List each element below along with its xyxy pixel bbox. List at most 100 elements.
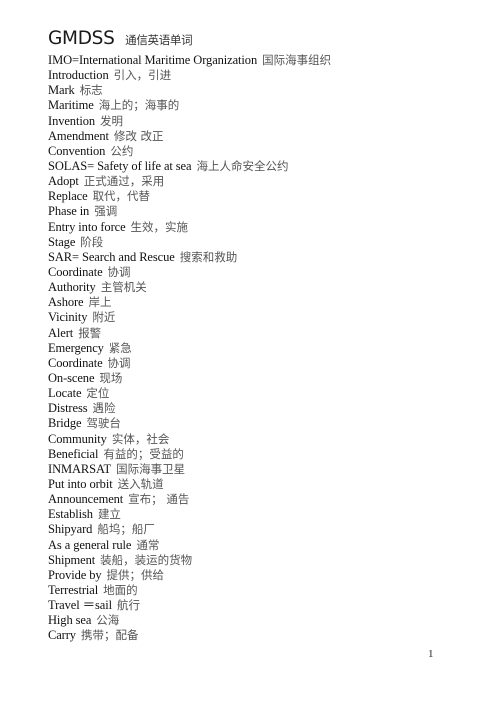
vocab-entry: Shipyard 船坞；船厂 bbox=[48, 522, 331, 537]
vocab-translation: 协调 bbox=[107, 355, 131, 370]
vocab-translation: 国际海事组织 bbox=[262, 53, 332, 67]
document-page: GMDSS 通信英语单词 IMO=International Maritime … bbox=[0, 0, 502, 708]
vocab-term: Coordinate bbox=[48, 355, 103, 370]
vocab-term: Carry bbox=[48, 628, 76, 643]
vocab-translation: 实体，社会 bbox=[111, 431, 170, 446]
vocab-term: Introduction bbox=[48, 68, 109, 83]
vocab-entry: Carry 携带；配备 bbox=[48, 628, 331, 643]
vocab-entry: Mark 标志 bbox=[48, 83, 331, 98]
vocab-term: Maritime bbox=[48, 98, 94, 113]
vocab-translation: 驾驶台 bbox=[86, 416, 121, 431]
vocab-term: Emergency bbox=[48, 340, 104, 355]
vocab-entry: Beneficial 有益的；受益的 bbox=[48, 447, 331, 462]
vocab-entry: Alert 报警 bbox=[48, 326, 331, 341]
vocab-term: IMO=International Maritime Organization bbox=[48, 53, 258, 67]
vocab-translation: 搜索和救助 bbox=[179, 249, 238, 264]
vocab-translation: 主管机关 bbox=[100, 280, 147, 295]
vocab-entry: SOLAS= Safety of life at sea 海上人命安全公约 bbox=[48, 159, 331, 174]
vocab-term: Establish bbox=[48, 507, 93, 522]
vocab-translation: 报警 bbox=[78, 325, 102, 340]
vocab-translation: 现场 bbox=[99, 370, 123, 385]
vocab-entry: Coordinate 协调 bbox=[48, 265, 331, 280]
vocab-entry: Distress 遇险 bbox=[48, 401, 331, 416]
vocab-term: Beneficial bbox=[48, 446, 99, 461]
vocab-entry: IMO=International Maritime Organization 国… bbox=[48, 53, 331, 68]
vocab-term: INMARSAT bbox=[48, 461, 112, 476]
vocab-term: Replace bbox=[48, 189, 88, 204]
title-chinese: 通信英语单词 bbox=[125, 33, 193, 47]
vocab-entry: Establish 建立 bbox=[48, 507, 331, 522]
vocab-translation: 提供；供给 bbox=[106, 567, 165, 582]
vocab-term: On-scene bbox=[48, 370, 95, 385]
vocab-term: High sea bbox=[48, 613, 92, 628]
vocab-entry: Emergency 紧急 bbox=[48, 341, 331, 356]
vocab-entry: Vicinity 附近 bbox=[48, 310, 331, 325]
vocab-entry: Invention 发明 bbox=[48, 114, 331, 129]
vocab-entry: Phase in 强调 bbox=[48, 204, 331, 219]
vocab-translation: 通常 bbox=[136, 537, 160, 552]
vocab-term: Convention bbox=[48, 143, 106, 158]
vocab-entry: Provide by 提供；供给 bbox=[48, 568, 331, 583]
vocab-entry: Replace 取代，代替 bbox=[48, 189, 331, 204]
vocab-translation: 发明 bbox=[100, 113, 124, 128]
vocab-entry: Community 实体，社会 bbox=[48, 432, 331, 447]
vocab-term: Ashore bbox=[48, 295, 84, 310]
vocab-term: Entry into force bbox=[48, 219, 126, 234]
vocab-term: Shipment bbox=[48, 552, 96, 567]
page-number: 1 bbox=[428, 648, 434, 660]
title-english: GMDSS bbox=[48, 28, 115, 49]
vocab-entry: Convention 公约 bbox=[48, 144, 331, 159]
vocab-translation: 遇险 bbox=[92, 401, 116, 416]
vocab-translation: 定位 bbox=[86, 386, 110, 401]
vocab-term: Alert bbox=[48, 325, 74, 340]
vocab-term: Coordinate bbox=[48, 264, 103, 279]
vocab-translation: 协调 bbox=[107, 264, 131, 279]
vocab-translation: 宣布； 通告 bbox=[128, 492, 190, 507]
vocab-translation: 建立 bbox=[97, 507, 121, 522]
vocab-translation: 海上人命安全公约 bbox=[196, 158, 289, 173]
vocab-entry: High sea 公海 bbox=[48, 613, 331, 628]
vocab-translation: 国际海事卫星 bbox=[116, 461, 186, 476]
vocab-term: Bridge bbox=[48, 416, 82, 431]
vocab-term: Locate bbox=[48, 386, 82, 401]
vocab-translation: 标志 bbox=[79, 83, 103, 98]
vocab-translation: 船坞；船厂 bbox=[97, 522, 155, 537]
vocab-entry: Stage 阶段 bbox=[48, 235, 331, 250]
vocab-entry: SAR= Search and Rescue 搜索和救助 bbox=[48, 250, 331, 265]
vocab-term: As a general rule bbox=[48, 537, 132, 552]
vocab-term: Travel ＝sail bbox=[48, 598, 112, 613]
vocab-translation: 地面的 bbox=[103, 582, 138, 597]
vocab-entry: Entry into force 生效，实施 bbox=[48, 220, 331, 235]
vocab-term: SOLAS= Safety of life at sea bbox=[48, 158, 192, 173]
vocab-term: Mark bbox=[48, 83, 75, 98]
vocab-translation: 紧急 bbox=[108, 340, 132, 355]
vocab-translation: 取代，代替 bbox=[92, 189, 151, 204]
vocab-entry: Maritime 海上的；海事的 bbox=[48, 98, 331, 113]
vocab-term: Adopt bbox=[48, 174, 79, 189]
vocab-term: Vicinity bbox=[48, 310, 88, 325]
vocab-entry: Put into orbit 送入轨道 bbox=[48, 477, 331, 492]
vocab-term: Announcement bbox=[48, 492, 124, 507]
vocab-entry: Adopt 正式通过，采用 bbox=[48, 174, 331, 189]
vocab-term: SAR= Search and Rescue bbox=[48, 249, 175, 264]
vocab-translation: 阶段 bbox=[80, 234, 104, 249]
vocab-translation: 修改 改正 bbox=[113, 128, 164, 143]
vocab-term: Provide by bbox=[48, 567, 102, 582]
page-title: GMDSS 通信英语单词 bbox=[48, 28, 193, 51]
vocab-term: Amendment bbox=[48, 128, 109, 143]
vocab-translation: 公约 bbox=[110, 143, 134, 158]
vocab-entry: On-scene 现场 bbox=[48, 371, 331, 386]
vocab-entry: Authority 主管机关 bbox=[48, 280, 331, 295]
vocab-term: Community bbox=[48, 431, 107, 446]
vocabulary-list: IMO=International Maritime Organization 国… bbox=[48, 53, 331, 643]
vocab-entry: Terrestrial 地面的 bbox=[48, 583, 331, 598]
vocab-translation: 公海 bbox=[96, 613, 120, 628]
vocab-translation: 海上的；海事的 bbox=[98, 98, 180, 113]
vocab-translation: 强调 bbox=[94, 204, 118, 219]
vocab-term: Shipyard bbox=[48, 522, 93, 537]
vocab-term: Invention bbox=[48, 113, 96, 128]
vocab-translation: 有益的；受益的 bbox=[103, 446, 184, 461]
vocab-entry: Locate 定位 bbox=[48, 386, 331, 401]
vocab-translation: 引入，引进 bbox=[113, 68, 172, 83]
vocab-entry: Introduction 引入，引进 bbox=[48, 68, 331, 83]
